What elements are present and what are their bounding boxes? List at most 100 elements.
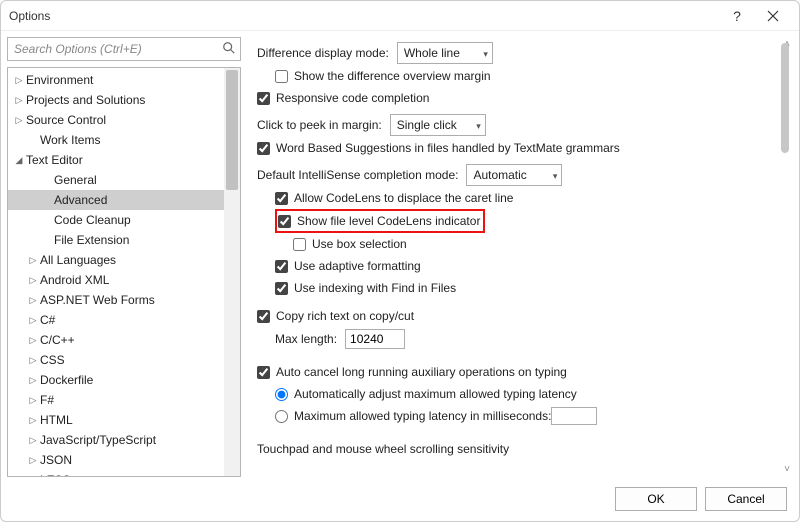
chk-word-based-box[interactable] bbox=[257, 142, 270, 155]
cancel-button[interactable]: Cancel bbox=[705, 487, 787, 511]
tree-item[interactable]: Code Cleanup bbox=[8, 210, 240, 230]
tree-item[interactable]: ▷LESS bbox=[8, 470, 240, 477]
tree-scroll-thumb[interactable] bbox=[226, 70, 238, 190]
tree-item[interactable]: ▷Dockerfile bbox=[8, 370, 240, 390]
chk-indexing-box[interactable] bbox=[275, 282, 288, 295]
chk-word-based[interactable]: Word Based Suggestions in files handled … bbox=[257, 137, 771, 159]
tree-collapsed-icon[interactable]: ▷ bbox=[12, 95, 26, 106]
tree-item[interactable]: File Extension bbox=[8, 230, 240, 250]
input-max-latency[interactable] bbox=[551, 407, 597, 425]
tree-item[interactable]: ▷Android XML bbox=[8, 270, 240, 290]
tree-list: ▷Environment▷Projects and Solutions▷Sour… bbox=[8, 68, 240, 477]
tree-item-label: Source Control bbox=[26, 113, 106, 127]
select-intellisense-value: Automatic bbox=[473, 168, 526, 182]
input-max-length[interactable] bbox=[345, 329, 405, 349]
tree-item-label: Text Editor bbox=[26, 153, 83, 167]
tree-item[interactable]: ▷JSON bbox=[8, 450, 240, 470]
panel-scroll-thumb[interactable] bbox=[781, 43, 789, 153]
chk-responsive-completion-box[interactable] bbox=[257, 92, 270, 105]
chk-responsive-completion[interactable]: Responsive code completion bbox=[257, 87, 771, 109]
tree-collapsed-icon[interactable]: ▷ bbox=[12, 75, 26, 86]
tree-item[interactable]: ▷JavaScript/TypeScript bbox=[8, 430, 240, 450]
chk-copy-rich[interactable]: Copy rich text on copy/cut bbox=[257, 305, 771, 327]
chk-show-file-level-box[interactable] bbox=[278, 215, 291, 228]
tree-item-label: Advanced bbox=[54, 193, 107, 207]
chk-auto-cancel-box[interactable] bbox=[257, 366, 270, 379]
tree-item-label: ASP.NET Web Forms bbox=[40, 293, 155, 307]
ok-button[interactable]: OK bbox=[615, 487, 697, 511]
tree-collapsed-icon[interactable]: ▷ bbox=[26, 255, 40, 266]
tree-item[interactable]: ▷Projects and Solutions bbox=[8, 90, 240, 110]
tree-collapsed-icon[interactable]: ▷ bbox=[26, 415, 40, 426]
chk-show-diff-margin[interactable]: Show the difference overview margin bbox=[257, 65, 771, 87]
tree-expanded-icon[interactable]: ◢ bbox=[12, 155, 26, 166]
chk-adaptive[interactable]: Use adaptive formatting bbox=[257, 255, 771, 277]
tree-item[interactable]: ◢Text Editor bbox=[8, 150, 240, 170]
chk-indexing[interactable]: Use indexing with Find in Files bbox=[257, 277, 771, 299]
chevron-down-icon: ▾ bbox=[553, 171, 558, 182]
chk-show-diff-margin-box[interactable] bbox=[275, 70, 288, 83]
content-area: ▷Environment▷Projects and Solutions▷Sour… bbox=[1, 31, 799, 477]
radio-max-latency[interactable]: Maximum allowed typing latency in millis… bbox=[257, 405, 771, 427]
titlebar: Options ? bbox=[1, 1, 799, 31]
select-intellisense[interactable]: Automatic ▾ bbox=[466, 164, 562, 186]
radio-max-latency-input[interactable] bbox=[275, 410, 288, 423]
tree-item[interactable]: ▷C# bbox=[8, 310, 240, 330]
search-box[interactable] bbox=[7, 37, 241, 61]
tree-item[interactable]: ▷C/C++ bbox=[8, 330, 240, 350]
tree-item[interactable]: ▷Source Control bbox=[8, 110, 240, 130]
help-button[interactable]: ? bbox=[719, 1, 755, 31]
radio-auto-latency-input[interactable] bbox=[275, 388, 288, 401]
tree-collapsed-icon[interactable]: ▷ bbox=[26, 395, 40, 406]
tree-item-label: C# bbox=[40, 313, 55, 327]
chk-auto-cancel[interactable]: Auto cancel long running auxiliary opera… bbox=[257, 361, 771, 383]
tree-collapsed-icon[interactable]: ▷ bbox=[26, 295, 40, 306]
chevron-down-icon: ▾ bbox=[476, 121, 481, 132]
tree-collapsed-icon[interactable]: ▷ bbox=[26, 315, 40, 326]
tree-item-label: General bbox=[54, 173, 97, 187]
tree-collapsed-icon[interactable]: ▷ bbox=[26, 355, 40, 366]
tree-collapsed-icon[interactable]: ▷ bbox=[26, 275, 40, 286]
tree-collapsed-icon[interactable]: ▷ bbox=[12, 115, 26, 126]
chk-box-selection-label: Use box selection bbox=[312, 237, 407, 251]
tree-item-label: Environment bbox=[26, 73, 93, 87]
tree-item[interactable]: ▷F# bbox=[8, 390, 240, 410]
tree-item[interactable]: ▷HTML bbox=[8, 410, 240, 430]
select-diff-mode[interactable]: Whole line ▾ bbox=[397, 42, 493, 64]
tree-item[interactable]: ▷Environment bbox=[8, 70, 240, 90]
tree-scrollbar[interactable] bbox=[224, 68, 240, 476]
tree-item-label: JavaScript/TypeScript bbox=[40, 433, 156, 447]
panel-scrollbar[interactable]: ˄ ˅ bbox=[777, 37, 793, 477]
tree-item[interactable]: General bbox=[8, 170, 240, 190]
tree-collapsed-icon[interactable]: ▷ bbox=[26, 455, 40, 466]
chk-show-file-level[interactable]: Show file level CodeLens indicator bbox=[278, 212, 480, 230]
tree-item-label: HTML bbox=[40, 413, 73, 427]
tree-collapsed-icon[interactable]: ▷ bbox=[26, 435, 40, 446]
close-button[interactable] bbox=[755, 1, 791, 31]
scroll-down-icon[interactable]: ˅ bbox=[784, 464, 790, 475]
options-tree[interactable]: ▷Environment▷Projects and Solutions▷Sour… bbox=[7, 67, 241, 477]
select-peek[interactable]: Single click ▾ bbox=[390, 114, 486, 136]
tree-item[interactable]: Advanced bbox=[8, 190, 240, 210]
chk-copy-rich-box[interactable] bbox=[257, 310, 270, 323]
chk-allow-codelens[interactable]: Allow CodeLens to displace the caret lin… bbox=[257, 187, 771, 209]
tree-collapsed-icon[interactable]: ▷ bbox=[26, 375, 40, 386]
chk-box-selection[interactable]: Use box selection bbox=[257, 233, 771, 255]
chk-adaptive-box[interactable] bbox=[275, 260, 288, 273]
tree-item[interactable]: ▷ASP.NET Web Forms bbox=[8, 290, 240, 310]
tree-collapsed-icon[interactable]: ▷ bbox=[26, 475, 40, 478]
tree-collapsed-icon[interactable]: ▷ bbox=[26, 335, 40, 346]
help-icon: ? bbox=[733, 8, 741, 24]
search-input[interactable] bbox=[8, 38, 240, 60]
chk-allow-codelens-box[interactable] bbox=[275, 192, 288, 205]
tree-item-label: JSON bbox=[40, 453, 72, 467]
chk-box-selection-box[interactable] bbox=[293, 238, 306, 251]
settings-scroll-area[interactable]: Difference display mode: Whole line ▾ Sh… bbox=[247, 37, 793, 477]
tree-item[interactable]: Work Items bbox=[8, 130, 240, 150]
radio-max-latency-label: Maximum allowed typing latency in millis… bbox=[294, 409, 551, 423]
chk-adaptive-label: Use adaptive formatting bbox=[294, 259, 421, 273]
tree-item[interactable]: ▷All Languages bbox=[8, 250, 240, 270]
radio-auto-latency[interactable]: Automatically adjust maximum allowed typ… bbox=[257, 383, 771, 405]
tree-item[interactable]: ▷CSS bbox=[8, 350, 240, 370]
chevron-down-icon: ▾ bbox=[483, 49, 488, 60]
